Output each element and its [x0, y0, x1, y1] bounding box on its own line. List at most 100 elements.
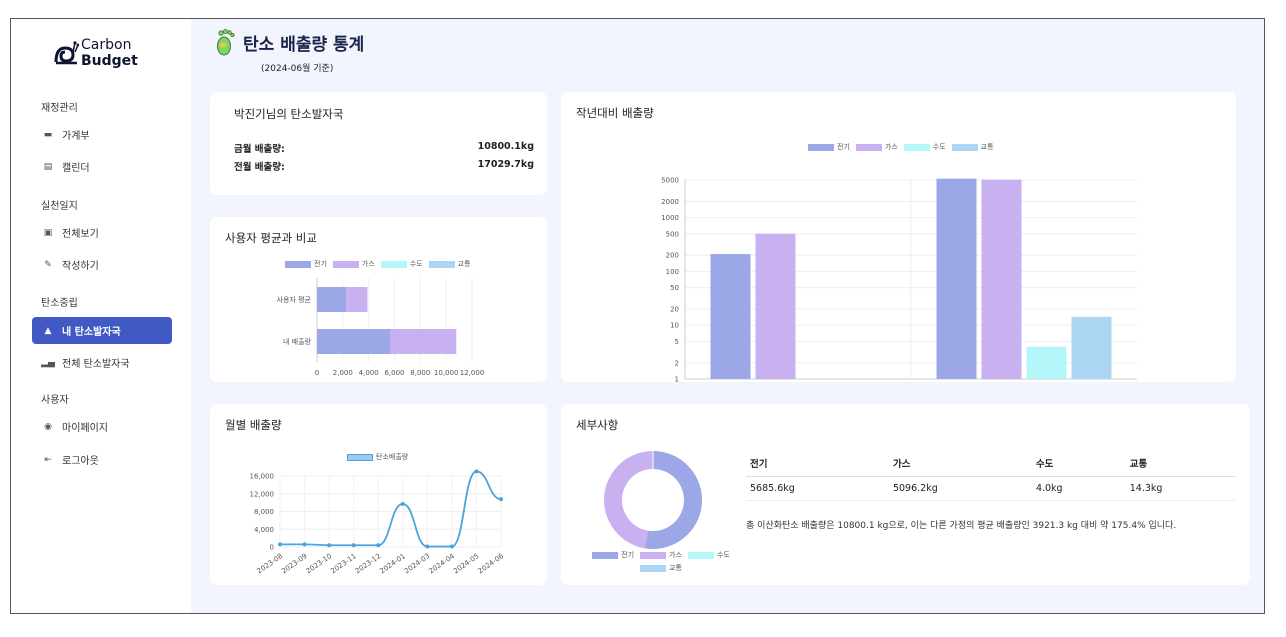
sidebar-item-ledger[interactable]: ▬ 가계부 — [32, 121, 172, 148]
legend-item-electric[interactable]: 전기 — [285, 259, 327, 269]
logo-line2: Budget — [81, 53, 138, 69]
legend-swatch — [428, 260, 455, 268]
bar-1 — [346, 287, 368, 312]
bell-icon: ▲ — [44, 325, 52, 336]
table-header-row: 전기 가스 수도 교통 — [746, 450, 1236, 477]
x-tick-label: 2024-03 — [403, 552, 432, 575]
legend-swatch — [285, 260, 311, 268]
legend-item-transport[interactable]: 교통 — [428, 259, 471, 269]
y-tick-label: 2000 — [661, 198, 679, 206]
detail-table: 전기 가스 수도 교통 5685.6kg 5096.2kg 4.0kg 14.3… — [746, 450, 1236, 501]
legend-item-water[interactable]: 수도 — [380, 259, 423, 269]
y-tick-label: 0 — [270, 544, 274, 552]
page-subtitle: (2024-06월 기준) — [261, 64, 334, 74]
legend-swatch — [855, 143, 882, 151]
legend-item-gas[interactable]: 가스 — [855, 142, 898, 152]
y-tick-label: 5 — [675, 338, 679, 346]
series-line — [280, 470, 502, 548]
legend-item-emission[interactable]: 탄소배출량 — [347, 452, 408, 462]
x-tick-label: 8,000 — [410, 369, 430, 377]
legend-item-electric[interactable]: 전기 — [808, 142, 850, 152]
this-month-value: 10800.1kg — [477, 141, 534, 152]
detail-card: 세부사항 전기 가스 수도 교통 전기 가스 수도 교통 5685.6kg 50… — [561, 404, 1250, 585]
section-title-user: 사용자 — [41, 395, 69, 406]
legend-swatch — [347, 453, 373, 461]
legend-swatch — [903, 143, 930, 151]
logo[interactable]: Carbon Budget — [53, 37, 138, 69]
sidebar-item-all-footprint[interactable]: ▂▄ 전체 탄소발자국 — [32, 349, 172, 376]
data-point — [449, 544, 454, 549]
y-tick-label: 100 — [666, 268, 679, 276]
x-tick-label: 2,000 — [333, 369, 353, 377]
y-tick-label: 1000 — [661, 214, 679, 222]
legend-label: 전기 — [837, 143, 850, 151]
x-tick-label: 2024-05 — [452, 552, 481, 575]
legend-item-gas[interactable]: 가스 — [332, 259, 375, 269]
sidebar-item-write[interactable]: ✎ 작성하기 — [32, 251, 172, 278]
legend-item-gas[interactable]: 가스 — [640, 550, 682, 560]
legend-label: 수도 — [716, 551, 730, 559]
legend-item-transport[interactable]: 교통 — [640, 563, 682, 573]
bar-0 — [317, 287, 347, 312]
table-cell: 4.0kg — [1031, 476, 1126, 501]
bar-chart-icon: ▂▄ — [41, 357, 55, 368]
page-header: 탄소 배출량 통계 (2024-06월 기준) — [215, 27, 364, 74]
sidebar-item-calendar[interactable]: ▤ 캘린더 — [32, 153, 172, 180]
list-icon: ▣ — [43, 227, 53, 238]
table-cell: 5096.2kg — [888, 476, 1032, 501]
sidebar-item-my-footprint[interactable]: ▲ 내 탄소발자국 — [32, 317, 172, 344]
legend-item-electric[interactable]: 전기 — [592, 550, 634, 560]
y-tick-label: 20 — [670, 306, 679, 314]
x-tick-label: 2024-01 — [378, 552, 407, 575]
bar-0 — [710, 254, 751, 379]
data-point — [302, 542, 307, 547]
legend-swatch — [808, 143, 834, 151]
legend-label: 교통 — [669, 564, 682, 572]
x-tick-label: 2023-10 — [305, 552, 334, 575]
yoy-card: 작년대비 배출량 전기 가스 수도 교통 1 2 5 10 20 50 100 200 500 1… — [561, 92, 1236, 382]
last-month-value: 17029.7kg — [477, 159, 534, 170]
yoy-card-title: 작년대비 배출량 — [576, 106, 654, 120]
legend-swatch — [640, 551, 667, 559]
main-content: 탄소 배출량 통계 (2024-06월 기준) 박진기님의 탄소발자국 금월 배… — [191, 19, 1264, 613]
sidebar-item-label: 로그아웃 — [62, 456, 99, 467]
donut-slice-1 — [604, 451, 654, 549]
legend-label: 수도 — [932, 143, 946, 151]
this-month-label: 금월 배출량: — [234, 144, 285, 155]
table-header: 전기 — [746, 450, 889, 477]
legend-item-transport[interactable]: 교통 — [951, 142, 994, 152]
calendar-icon: ▤ — [43, 161, 53, 172]
y-tick-label: 5000 — [661, 177, 679, 185]
x-tick-label: 2023-09 — [280, 552, 309, 575]
section-title-journal: 실천일지 — [41, 201, 78, 212]
legend-label: 교통 — [457, 260, 471, 268]
bar-1 — [390, 329, 457, 354]
table-cell: 5685.6kg — [746, 476, 889, 501]
legend-label: 가스 — [669, 551, 682, 559]
legend-label: 가스 — [361, 260, 375, 268]
sidebar-item-label: 전체보기 — [62, 229, 99, 240]
x-tick-label: 2023-08 — [256, 552, 285, 575]
sidebar-item-logout[interactable]: ⇤ 로그아웃 — [32, 446, 172, 473]
legend-label: 탄소배출량 — [376, 453, 409, 461]
yoy-chart: 1251020501002005001000200050002023-06202… — [661, 177, 1137, 382]
wallet-icon: ▬ — [43, 129, 53, 140]
legend-item-water[interactable]: 수도 — [687, 550, 730, 560]
sidebar-item-view-all[interactable]: ▣ 전체보기 — [32, 219, 172, 246]
compare-legend: 전기 가스 수도 교통 — [282, 259, 474, 269]
x-tick-label: 6,000 — [384, 369, 404, 377]
legend-item-water[interactable]: 수도 — [903, 142, 946, 152]
donut-chart — [604, 451, 702, 549]
donut-legend: 전기 가스 수도 교통 — [581, 550, 741, 573]
table-cell: 14.3kg — [1125, 476, 1236, 501]
last-month-row: 전월 배출량: 17029.7kg — [234, 159, 534, 173]
x-tick-label: 10,000 — [434, 369, 459, 377]
data-point — [425, 544, 430, 549]
footprint-card-title: 박진기님의 탄소발자국 — [234, 107, 344, 121]
x-tick-label: 4,000 — [359, 369, 379, 377]
compare-card-title: 사용자 평균과 비교 — [225, 231, 317, 245]
sidebar-item-mypage[interactable]: ◉ 마이페이지 — [32, 413, 172, 440]
y-tick-label: 12,000 — [250, 490, 275, 498]
table-row: 5685.6kg 5096.2kg 4.0kg 14.3kg — [746, 476, 1236, 501]
data-point — [278, 542, 282, 547]
